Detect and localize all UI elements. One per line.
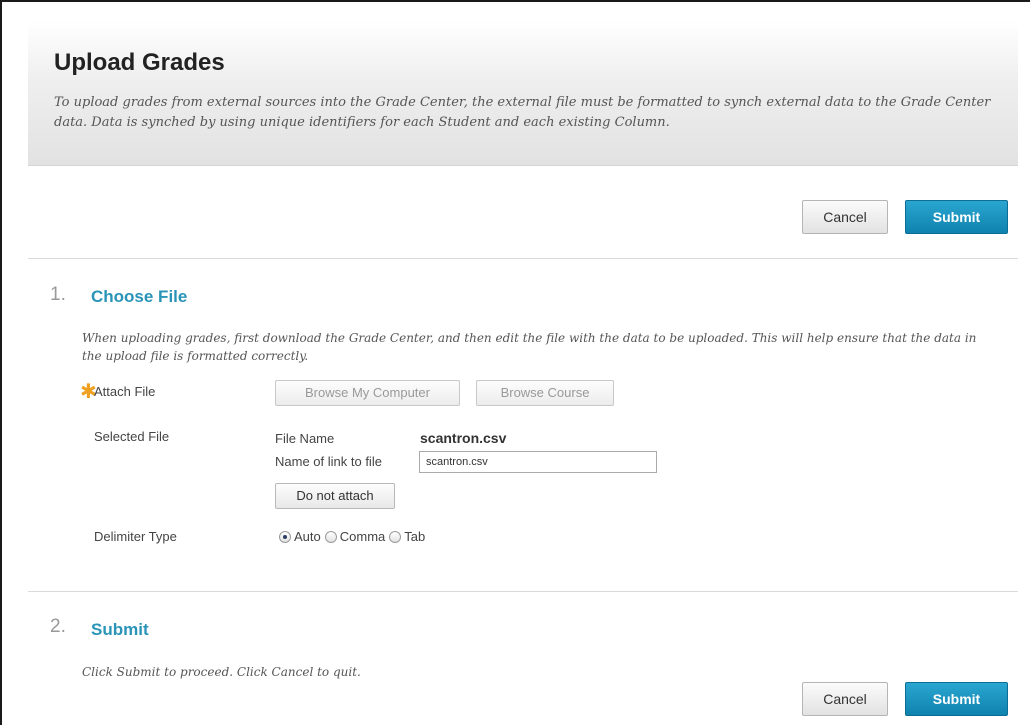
top-cancel-button[interactable]: Cancel [802,200,888,234]
delimiter-type-label: Delimiter Type [94,529,177,544]
attach-file-label: Attach File [94,384,156,399]
delimiter-option-auto[interactable]: Auto [279,529,321,544]
link-name-input[interactable] [419,451,657,473]
step-number: 2. [50,616,66,637]
file-name-label: File Name [275,431,335,446]
delimiter-option-comma[interactable]: Comma [324,529,386,544]
radio-icon[interactable] [324,530,337,543]
bottom-cancel-button[interactable]: Cancel [802,682,888,716]
link-name-label: Name of link to file [275,454,382,469]
browse-course-button[interactable]: Browse Course [476,380,614,406]
step-title-submit: Submit [91,620,149,639]
delimiter-option-label: Tab [404,529,426,544]
file-name-value: scantron.csv [420,430,507,446]
step2-instructions: Click Submit to proceed. Click Cancel to… [82,665,361,679]
bottom-submit-button[interactable]: Submit [905,682,1008,716]
page-description: To upload grades from external sources i… [54,95,991,130]
page-frame: Upload Grades To upload grades from exte… [0,0,1030,725]
selected-file-label: Selected File [94,429,170,444]
radio-checked-icon[interactable] [279,530,291,543]
delimiter-option-tab[interactable]: Tab [389,529,425,544]
divider [28,591,1018,592]
browse-my-computer-button[interactable]: Browse My Computer [275,380,460,406]
delimiter-radio-group: Auto Comma Tab [279,529,429,544]
radio-icon[interactable] [389,530,402,543]
step-number: 1. [50,284,66,305]
delimiter-option-label: Comma [339,529,386,544]
page-header: Upload Grades To upload grades from exte… [28,21,1018,166]
divider [28,258,1018,259]
page-title: Upload Grades [54,49,225,76]
do-not-attach-button[interactable]: Do not attach [275,483,395,509]
step-title-choose-file: Choose File [91,287,188,306]
delimiter-option-label: Auto [294,529,321,544]
step1-instructions: When uploading grades, first download th… [82,331,977,363]
top-submit-button[interactable]: Submit [905,200,1008,234]
